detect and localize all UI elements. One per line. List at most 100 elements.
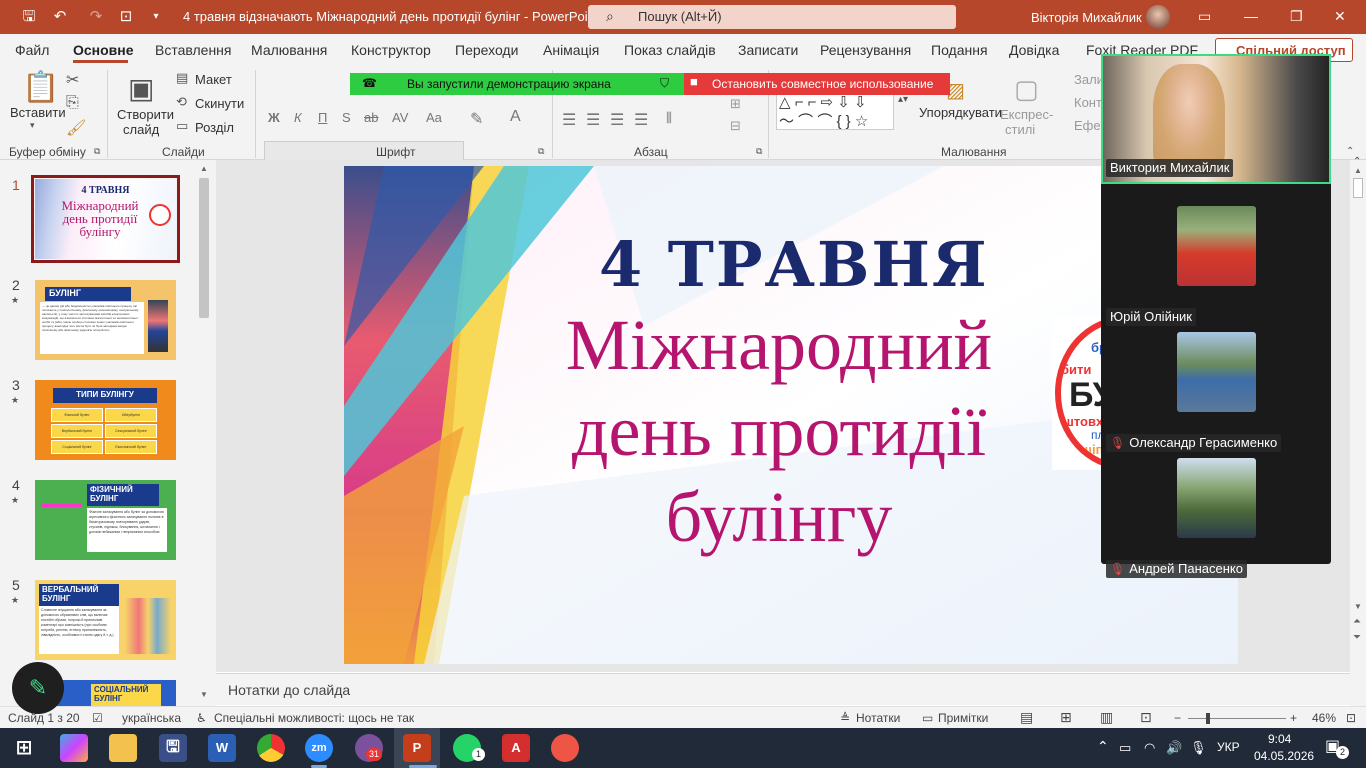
customize-toolbar-icon[interactable]: ▾ [146, 7, 166, 27]
show-hidden-icons[interactable]: ⌃ [1097, 738, 1109, 755]
normal-view-icon[interactable]: ▤ [1020, 709, 1033, 726]
account-name[interactable]: Вікторія Михайлик [1031, 10, 1142, 25]
language-indicator[interactable]: українська [122, 711, 181, 725]
strikethrough-button[interactable]: ab [364, 110, 378, 125]
reset-button[interactable]: Скинути [195, 96, 244, 111]
zoom-icon[interactable]: zm [305, 734, 333, 762]
word-icon[interactable]: W [208, 734, 236, 762]
accessibility-icon[interactable]: ♿ [196, 711, 207, 725]
battery-icon[interactable]: ▭ [1119, 740, 1131, 756]
restore-icon[interactable]: ❐ [1290, 8, 1303, 25]
section-icon[interactable]: ▭ [176, 118, 188, 134]
avatar[interactable] [1146, 5, 1170, 29]
proofing-icon[interactable]: ☑ [92, 711, 103, 725]
floppy-app-icon[interactable]: 🖫 [159, 734, 187, 762]
foxit-icon[interactable] [551, 734, 579, 762]
copilot-icon[interactable] [60, 734, 88, 762]
comments-icon[interactable]: ▭ [922, 711, 933, 725]
clock-time[interactable]: 9:04 [1268, 732, 1291, 746]
slide-sorter-icon[interactable]: ⊞ [1060, 709, 1072, 726]
new-slide-label-2[interactable]: слайд [123, 122, 159, 137]
thumbnail-slide-5[interactable]: ВЕРБАЛЬНИЙ БУЛІНГ Словесне знущання або … [35, 580, 176, 660]
tab-design[interactable]: Конструктор [351, 42, 431, 58]
scroll-up-icon[interactable]: ▲ [200, 164, 208, 173]
tab-help[interactable]: Довідка [1009, 42, 1059, 58]
tab-insert[interactable]: Вставлення [155, 42, 232, 58]
quick-styles-label-1[interactable]: Експрес- [1000, 107, 1053, 122]
copy-icon[interactable]: ⎘ [66, 94, 79, 112]
paste-label[interactable]: Вставити [10, 105, 66, 120]
thumbnail-slide-2[interactable]: БУЛІНГ — це діяння (дії або бездіяльніст… [35, 280, 176, 360]
notes-icon[interactable]: ≜ [840, 711, 850, 725]
thumbnail-scrollbar[interactable]: ▲ ▼ [197, 164, 211, 704]
thumbnail-slide-3[interactable]: ТИПИ БУЛІНГУ Фізичний булінг Кібербулінг… [35, 380, 176, 460]
tab-home[interactable]: Основне [73, 42, 134, 58]
slideshow-view-icon[interactable]: ⊡ [1140, 709, 1152, 726]
bold-button[interactable]: Ж [268, 110, 280, 125]
change-case-button[interactable]: Aa [426, 110, 442, 125]
gallery-scroll-icon[interactable]: ▴▾ [898, 94, 908, 105]
video-tile-active-speaker[interactable]: Виктория Михайлик [1101, 54, 1331, 184]
zoom-video-panel[interactable]: Виктория Михайлик Юрій Олійник 🎙 Олександ… [1101, 54, 1331, 578]
format-painter-icon[interactable]: 🖌 [66, 118, 86, 138]
clipboard-launcher-icon[interactable]: ⧉ [94, 146, 100, 157]
new-slide-icon[interactable]: ▣ [128, 72, 154, 105]
redo-icon[interactable]: ↷ [86, 7, 106, 27]
zoom-level[interactable]: 46% [1312, 711, 1336, 725]
fit-to-window-icon[interactable]: ⊡ [1346, 711, 1356, 725]
char-spacing-button[interactable]: AV [392, 110, 408, 125]
scroll-up-icon[interactable]: ▲ [1354, 166, 1362, 175]
shape-fill-button[interactable]: Зали [1074, 72, 1104, 87]
scrollbar-thumb[interactable] [199, 178, 209, 318]
powerpoint-icon[interactable]: P [403, 734, 431, 762]
scrollbar-thumb[interactable] [1353, 178, 1363, 198]
arrange-button[interactable]: Упорядкувати [919, 105, 1002, 120]
section-button[interactable]: Розділ [195, 120, 234, 135]
volume-icon[interactable]: 🔊 [1166, 740, 1182, 756]
align-left-icon[interactable]: ☰ [562, 110, 576, 130]
video-tile[interactable]: 🎙 Андрей Панасенко [1101, 456, 1331, 582]
layout-icon[interactable]: ▤ [176, 70, 188, 86]
file-explorer-icon[interactable] [109, 734, 137, 762]
new-slide-label-1[interactable]: Створити [117, 107, 174, 122]
slideshow-from-start-icon[interactable]: ⊡ [116, 7, 136, 27]
tab-transitions[interactable]: Переходи [455, 42, 518, 58]
clock-date[interactable]: 04.05.2026 [1254, 749, 1314, 763]
stop-share-button[interactable]: ■ Остановить совместное использование [684, 73, 950, 95]
paragraph-launcher-icon[interactable]: ⧉ [756, 146, 762, 157]
zoom-out-button[interactable]: − [1174, 711, 1181, 725]
align-center-icon[interactable]: ☰ [586, 110, 600, 130]
quick-styles-label-2[interactable]: стилі [1005, 122, 1035, 137]
tab-review[interactable]: Рецензування [820, 42, 911, 58]
smartart-icon[interactable]: ⊟ [730, 118, 741, 134]
tab-slideshow[interactable]: Показ слайдів [624, 42, 716, 58]
font-color-icon[interactable]: A [510, 108, 521, 126]
input-language[interactable]: УКР [1217, 740, 1240, 754]
scroll-down-icon[interactable]: ▼ [1354, 602, 1362, 611]
minimize-icon[interactable]: — [1244, 8, 1258, 24]
search-box[interactable]: ⌕ Пошук (Alt+Й) [588, 5, 956, 29]
quick-styles-icon[interactable]: ▢ [1014, 74, 1039, 105]
zoom-in-button[interactable]: + [1290, 711, 1297, 725]
start-icon[interactable]: ⊞ [10, 734, 38, 762]
tab-view[interactable]: Подання [931, 42, 988, 58]
comments-toggle[interactable]: Примітки [938, 711, 988, 725]
shadow-button[interactable]: S [342, 110, 351, 125]
font-launcher-icon[interactable]: ⧉ [538, 146, 544, 157]
zoom-annotate-button[interactable]: ✎ [12, 662, 64, 714]
undo-icon[interactable]: ↶ [50, 7, 70, 27]
microphone-icon[interactable]: 🎙 [1190, 740, 1207, 756]
previous-slide-icon[interactable]: ⏶ [1353, 616, 1361, 627]
underline-button[interactable]: П [318, 110, 327, 125]
scroll-down-icon[interactable]: ▼ [200, 690, 208, 699]
layout-button[interactable]: Макет [195, 72, 232, 87]
tab-record[interactable]: Записати [738, 42, 798, 58]
paste-icon[interactable]: 📋 [22, 70, 59, 105]
align-right-icon[interactable]: ☰ [610, 110, 624, 130]
next-slide-icon[interactable]: ⏷ [1353, 632, 1361, 643]
close-icon[interactable]: ✕ [1334, 8, 1346, 25]
tab-file[interactable]: Файл [15, 42, 49, 58]
editor-scrollbar[interactable]: ⌃ ▲ ▼ ⏶ ⏷ [1350, 156, 1366, 708]
ribbon-display-options-icon[interactable]: ▭ [1198, 8, 1211, 25]
notes-toggle[interactable]: Нотатки [856, 711, 900, 725]
